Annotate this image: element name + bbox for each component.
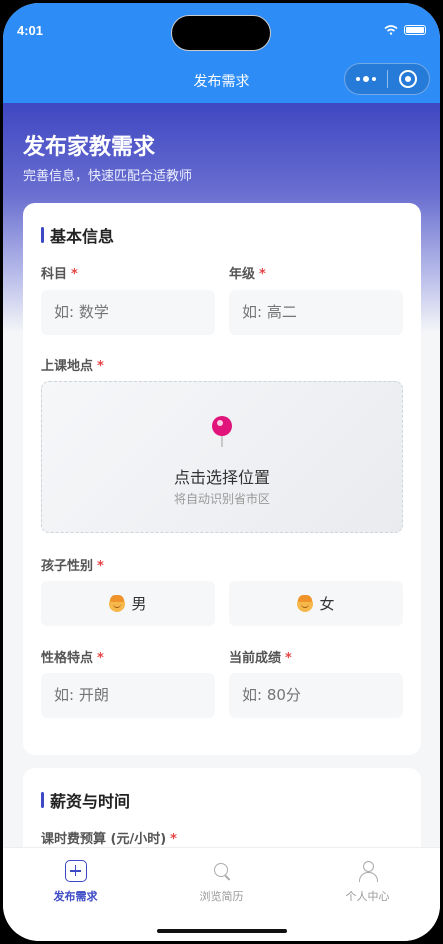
- gender-label-text: 孩子性别: [41, 559, 94, 574]
- personality-label-text: 性格特点: [41, 651, 94, 666]
- gender-option-label: 女: [319, 595, 335, 613]
- search-icon: [211, 860, 233, 882]
- home-indicator: [157, 929, 287, 933]
- required-mark: *: [97, 359, 104, 374]
- section-accent-bar: [41, 227, 44, 243]
- gender-option-label: 男: [131, 595, 147, 613]
- location-label: 上课地点 *: [41, 355, 104, 374]
- personality-input[interactable]: [41, 673, 215, 718]
- user-icon: [357, 860, 379, 882]
- required-mark: *: [285, 651, 292, 666]
- required-mark: *: [170, 832, 177, 847]
- tab-label: 浏览简历: [199, 890, 244, 903]
- tab-label: 个人中心: [345, 890, 390, 903]
- section-title-text: 薪资与时间: [50, 792, 131, 811]
- status-icons: [384, 25, 426, 35]
- tab-profile[interactable]: 个人中心: [295, 860, 440, 904]
- hero-subtitle: 完善信息，快速匹配合适教师: [23, 169, 193, 184]
- wifi-icon: [384, 25, 398, 35]
- gender-label: 孩子性别 *: [41, 555, 104, 574]
- boy-face-icon: [109, 594, 126, 612]
- location-picker-title: 点击选择位置: [173, 468, 270, 487]
- score-label: 当前成绩 *: [229, 647, 292, 666]
- grade-input[interactable]: [229, 290, 403, 335]
- bottom-tab-bar: 发布需求 浏览简历 个人中心: [3, 847, 440, 941]
- subject-label-text: 科目: [41, 267, 68, 282]
- tab-browse-resumes[interactable]: 浏览简历: [149, 860, 294, 904]
- budget-label: 课时费预算 (元/小时) *: [41, 828, 177, 847]
- phone-screen: 4:01 发布需求 发布家教需求 完善信息，快速匹配合适教师 基本信息 科目 *…: [3, 3, 440, 941]
- location-picker[interactable]: 点击选择位置 将自动识别省市区: [41, 381, 403, 533]
- personality-label: 性格特点 *: [41, 647, 104, 666]
- tab-label: 发布需求: [53, 890, 98, 903]
- status-time: 4:01: [17, 23, 44, 38]
- status-bar: 4:01: [3, 3, 440, 59]
- girl-face-icon: [297, 594, 314, 612]
- subject-input[interactable]: [41, 290, 215, 335]
- salary-time-card: 薪资与时间 课时费预算 (元/小时) *: [23, 768, 421, 847]
- battery-icon: [404, 25, 426, 35]
- basic-info-card: 基本信息 科目* 年级* 上课地点* 点击选择位置 将自动识别省市区: [23, 203, 421, 755]
- location-picker-hint: 将自动识别省市区: [173, 492, 270, 506]
- section-title-basic: 基本信息: [41, 223, 114, 247]
- close-circle-icon[interactable]: [387, 70, 429, 88]
- section-accent-bar: [41, 792, 44, 808]
- required-mark: *: [71, 267, 78, 282]
- map-pin-icon: [212, 416, 232, 448]
- add-icon: [64, 860, 87, 882]
- nav-bar: 发布需求: [3, 59, 440, 103]
- main-content[interactable]: 发布家教需求 完善信息，快速匹配合适教师 基本信息 科目* 年级* 上课地点*: [3, 103, 440, 847]
- required-mark: *: [97, 559, 104, 574]
- score-input[interactable]: [229, 673, 403, 718]
- mini-program-capsule: [344, 63, 430, 95]
- tab-post-request[interactable]: 发布需求: [3, 860, 148, 904]
- location-label-text: 上课地点: [41, 359, 94, 374]
- gender-option-male[interactable]: 男: [41, 581, 215, 626]
- section-title-text: 基本信息: [50, 227, 115, 246]
- budget-label-text: 课时费预算 (元/小时): [41, 832, 167, 847]
- hero-title: 发布家教需求: [23, 135, 156, 160]
- gender-option-female[interactable]: 女: [229, 581, 403, 626]
- camera-notch: [171, 15, 271, 51]
- score-label-text: 当前成绩: [229, 651, 282, 666]
- grade-label-text: 年级: [229, 267, 256, 282]
- more-dots-icon[interactable]: [345, 76, 387, 82]
- required-mark: *: [97, 651, 104, 666]
- required-mark: *: [259, 267, 266, 282]
- grade-label: 年级 *: [229, 263, 266, 282]
- section-title-salary: 薪资与时间: [41, 788, 130, 812]
- subject-label: 科目 *: [41, 263, 78, 282]
